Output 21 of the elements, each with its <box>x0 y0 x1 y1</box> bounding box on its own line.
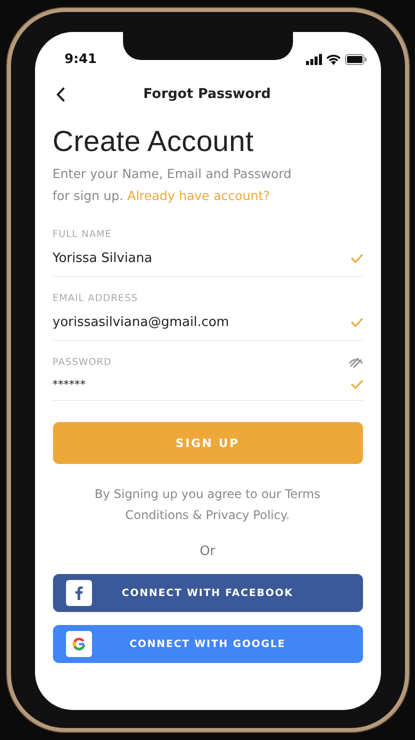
field-label: FULL NAME <box>52 229 112 240</box>
page-heading: Create Account <box>52 126 255 159</box>
facebook-logo-icon <box>66 580 92 606</box>
field-label: PASSWORD <box>52 357 112 368</box>
google-logo-icon <box>66 631 92 657</box>
or-text: Or <box>198 544 216 559</box>
google-button[interactable]: CONNECT WITH GOOGLE <box>52 625 362 663</box>
facebook-button[interactable]: CONNECT WITH FACEBOOK <box>52 574 362 612</box>
intro-text: Enter your Name, Email and Password for sign up. Already have account? <box>52 165 292 205</box>
wifi-icon <box>326 54 340 64</box>
input-field[interactable]: ****** <box>52 368 362 400</box>
terms-text: By Signing up you agree to our Terms Conditions & Privacy Policy. <box>94 486 322 524</box>
eye-slash-icon <box>348 357 362 368</box>
input-field[interactable]: yorissasilviana@gmail.com <box>52 304 362 340</box>
status-time: 9:41 <box>64 52 97 66</box>
field-label: EMAIL ADDRESS <box>52 293 138 304</box>
back-button[interactable] <box>54 84 66 104</box>
battery-icon <box>344 54 366 64</box>
signal-icon <box>306 54 322 64</box>
input-field[interactable]: Yorissa Silviana <box>52 240 362 276</box>
nav-title: Forgot Password <box>142 86 272 102</box>
